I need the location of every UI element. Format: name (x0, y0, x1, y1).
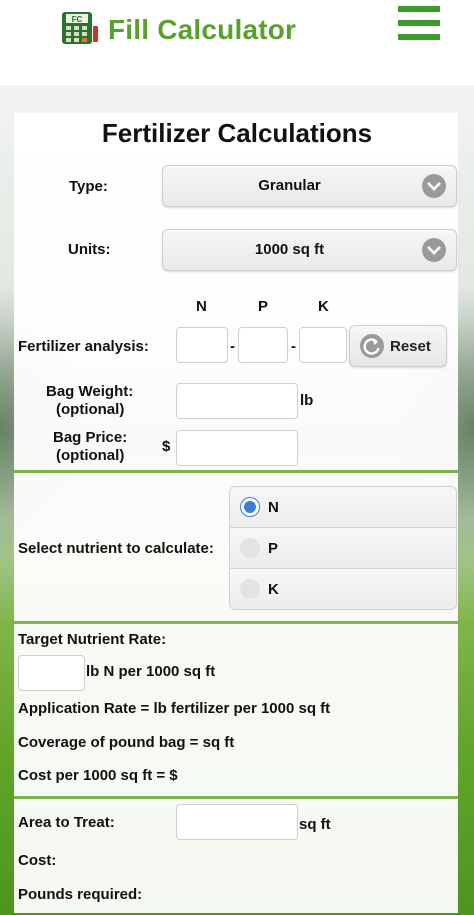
radio-option-k[interactable]: K (230, 569, 456, 609)
reset-button[interactable]: Reset (349, 325, 447, 367)
radio-unselected-icon (240, 579, 260, 599)
area-to-treat-input[interactable] (176, 804, 298, 840)
radio-label-p: P (268, 540, 279, 557)
target-rate-input[interactable] (18, 655, 85, 691)
n-input[interactable] (176, 327, 228, 363)
nutrient-radio-group: N P K (229, 486, 457, 610)
logo-badge-text: FC (72, 15, 83, 24)
type-select-value: Granular (258, 177, 321, 194)
calculator-icon[interactable]: FC (60, 10, 100, 46)
section-divider (14, 470, 458, 473)
target-rate-label: Target Nutrient Rate: (18, 631, 167, 648)
radio-label-n: N (268, 499, 279, 516)
target-rate-unit: lb N per 1000 sq ft (86, 663, 216, 680)
chevron-down-icon (422, 238, 446, 262)
area-to-treat-label: Area to Treat: (18, 814, 115, 831)
page-title: Fertilizer Calculations (101, 118, 373, 148)
type-select[interactable]: Granular (162, 165, 457, 207)
k-input[interactable] (299, 327, 347, 363)
cost-label: Cost: (18, 852, 57, 869)
site-header: FC Fill Calculator (0, 0, 474, 85)
section-divider (14, 796, 458, 799)
units-label: Units: (68, 241, 111, 258)
radio-option-n[interactable]: N (230, 487, 456, 528)
k-heading: K (318, 298, 329, 315)
chevron-down-icon (422, 174, 446, 198)
radio-unselected-icon (240, 538, 260, 558)
hamburger-menu-icon[interactable] (398, 6, 440, 48)
dash-separator: - (291, 338, 296, 355)
units-select-value: 1000 sq ft (254, 241, 325, 258)
radio-label-k: K (268, 581, 279, 598)
units-select[interactable]: 1000 sq ft (162, 229, 457, 271)
section-divider (14, 621, 458, 624)
brand-name[interactable]: Fill Calculator (108, 14, 296, 46)
dash-separator: - (230, 338, 235, 355)
cost-per-area-text: Cost per 1000 sq ft = $ (18, 767, 178, 784)
fertilizer-analysis-label: Fertilizer analysis: (18, 338, 149, 355)
application-rate-text: Application Rate = lb fertilizer per 100… (18, 700, 331, 717)
bag-weight-label: Bag Weight: (46, 383, 134, 400)
bag-weight-input[interactable] (176, 383, 298, 419)
p-input[interactable] (238, 327, 288, 363)
pounds-required-label: Pounds required: (18, 886, 143, 903)
bag-weight-optional: (optional) (56, 401, 125, 418)
area-unit: sq ft (299, 816, 331, 833)
coverage-text: Coverage of pound bag = sq ft (18, 734, 235, 751)
bag-price-input[interactable] (176, 430, 298, 466)
refresh-icon (360, 334, 384, 358)
radio-option-p[interactable]: P (230, 528, 456, 569)
bag-price-label: Bag Price: (53, 429, 128, 446)
bag-weight-unit: lb (300, 392, 314, 409)
reset-button-label: Reset (390, 338, 431, 355)
n-heading: N (196, 298, 207, 315)
bag-price-optional: (optional) (56, 447, 125, 464)
select-nutrient-label: Select nutrient to calculate: (18, 540, 214, 557)
currency-symbol: $ (162, 438, 171, 455)
radio-selected-icon (240, 497, 260, 517)
p-heading: P (258, 298, 269, 315)
type-label: Type: (69, 178, 108, 195)
